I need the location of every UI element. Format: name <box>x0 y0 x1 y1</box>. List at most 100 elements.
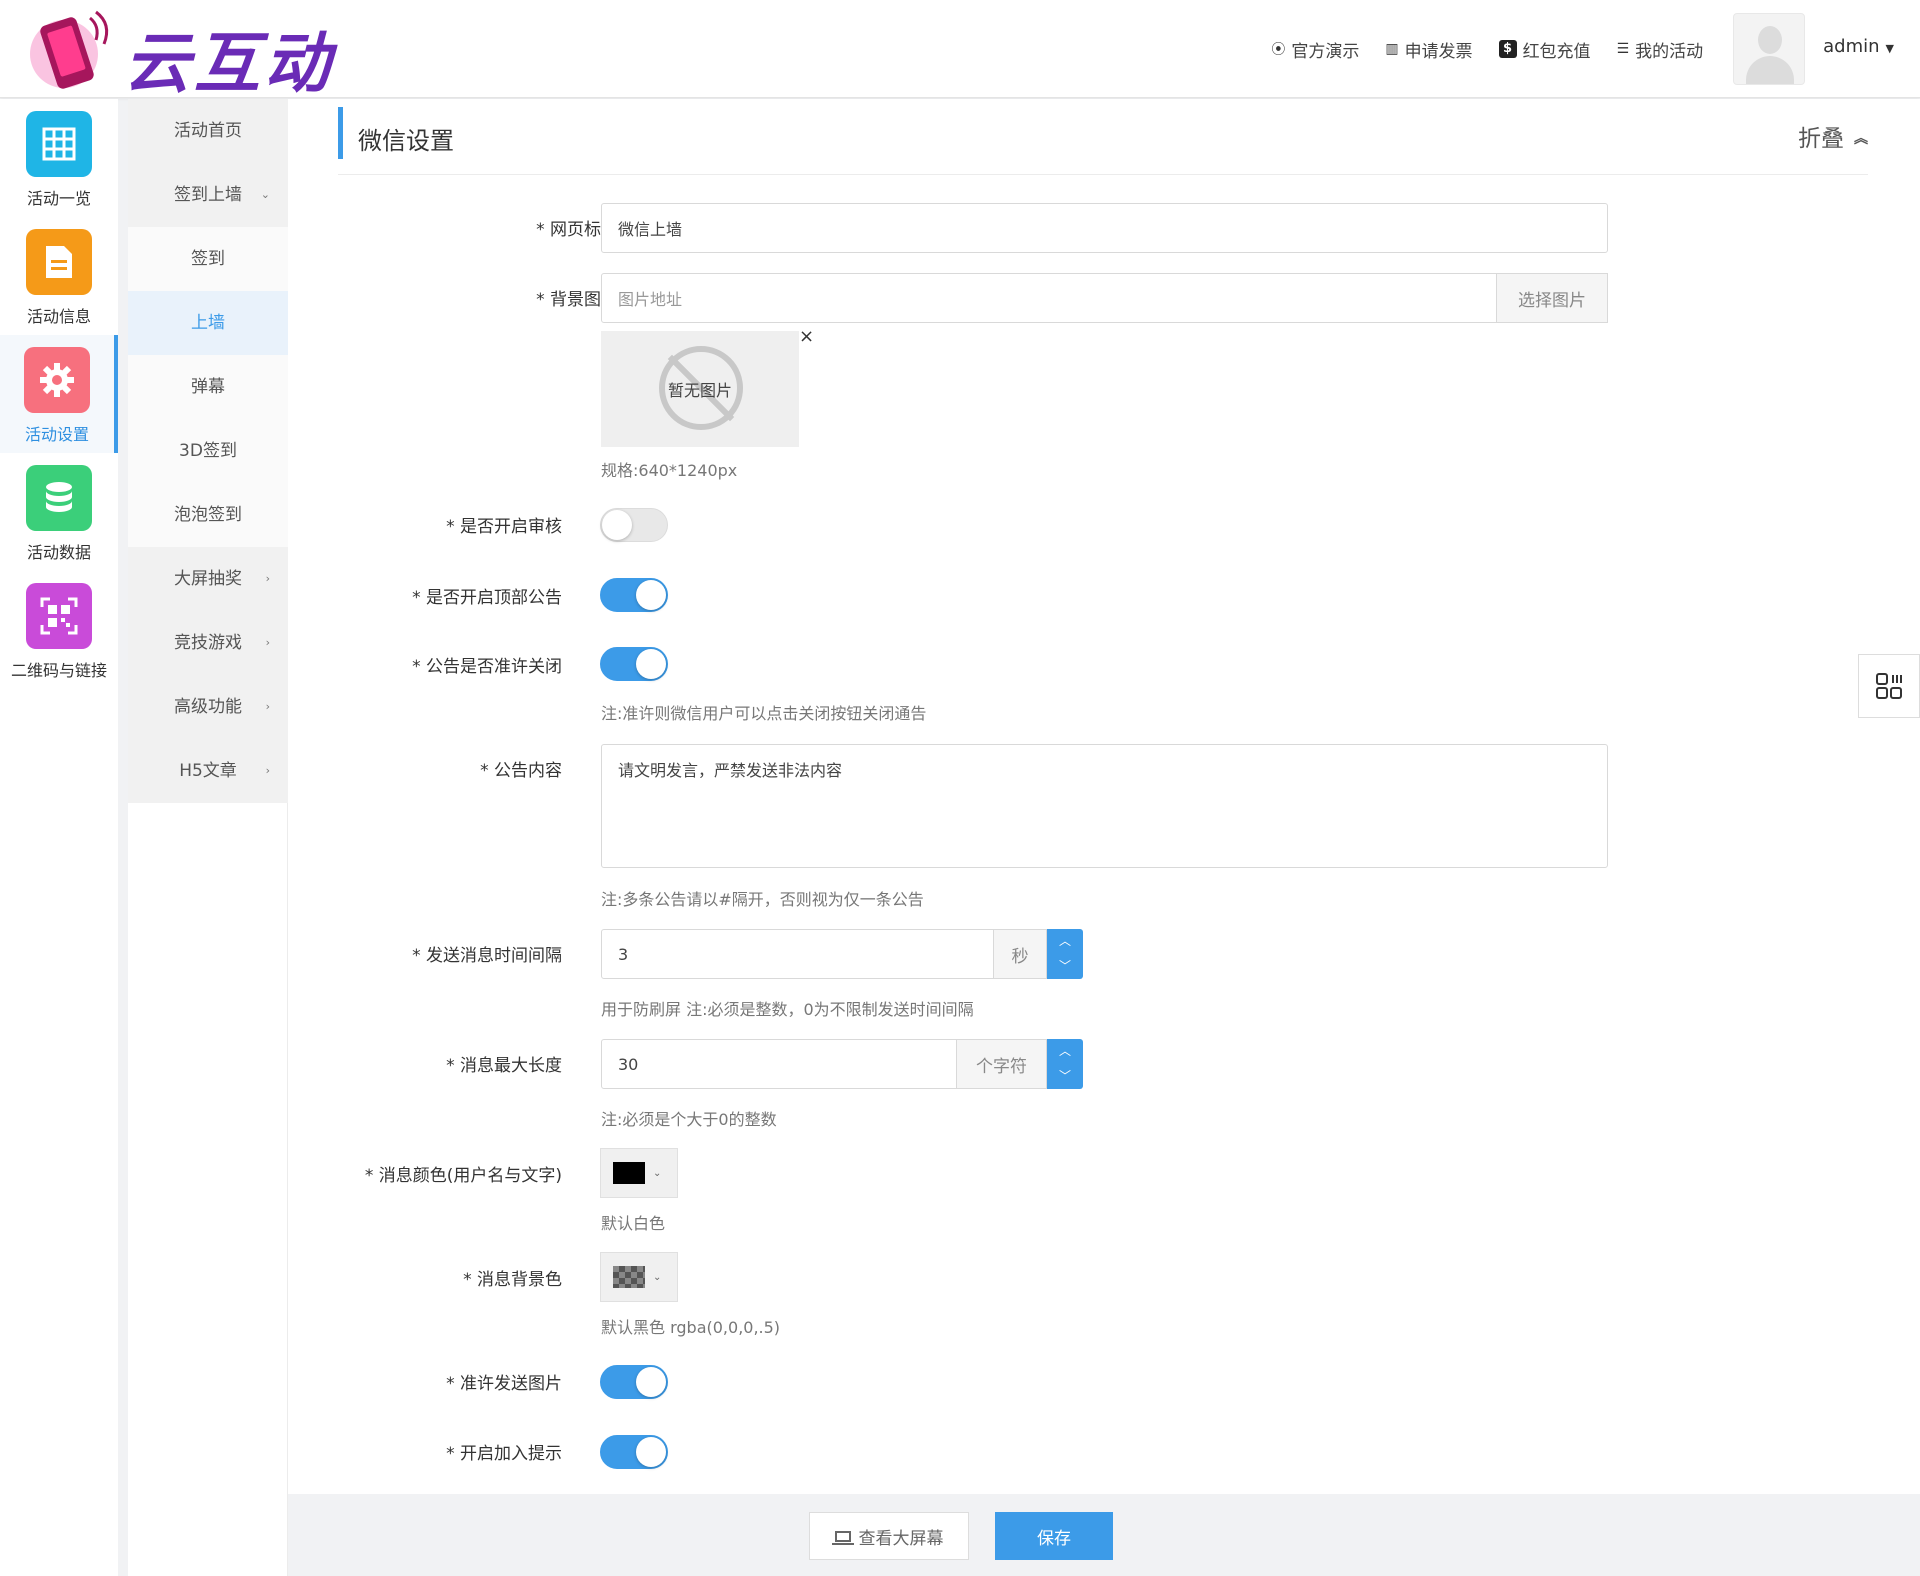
topnav-label: 我的活动 <box>1635 41 1704 62</box>
list-icon: ☰ <box>1616 41 1630 57</box>
submenu-label: 上墙 <box>191 313 225 333</box>
topnav-recharge[interactable]: $ 红包充值 <box>1498 37 1591 62</box>
topnav-invoice[interactable]: ▥ 申请发票 <box>1385 37 1472 62</box>
maxlen-unit: 个字符 <box>956 1039 1047 1089</box>
fold-button[interactable]: 折叠 ︽ <box>1798 119 1868 153</box>
image-preview: 暂无图片 <box>601 331 799 447</box>
maxlen-note: 注:必须是个大于0的整数 <box>601 1110 777 1129</box>
avatar[interactable] <box>1733 13 1806 85</box>
submenu-label: 活动首页 <box>174 121 242 141</box>
field-label: * 公告是否准许关闭 <box>412 657 562 677</box>
submenu-item-advanced[interactable]: 高级功能 › <box>128 675 288 739</box>
submenu-item-3d-signin[interactable]: 3D签到 <box>128 419 288 483</box>
iconbar-label: 活动设置 <box>24 425 89 444</box>
interval-unit: 秒 <box>993 929 1047 979</box>
field-label: * 消息背景色 <box>463 1270 562 1290</box>
interval-stepper[interactable]: ︿ ﹀ <box>1047 929 1083 979</box>
grid-icon <box>26 111 92 177</box>
iconbar-item-overview[interactable]: 活动一览 <box>0 99 118 217</box>
view-screen-button[interactable]: 查看大屏幕 <box>809 1512 969 1560</box>
submenu-item-signin-wall[interactable]: 签到上墙 ⌄ <box>128 163 288 227</box>
top-header: 云互动 ⦿ 官方演示 ▥ 申请发票 $ 红包充值 ☰ 我的活动 admin ▼ <box>0 0 1920 102</box>
brand-name: 云互动 <box>124 25 334 102</box>
caret-down-icon: ⌄ <box>653 1167 662 1179</box>
qrcode-icon <box>26 583 92 649</box>
submenu-item-home[interactable]: 活动首页 <box>128 99 288 163</box>
iconbar-item-data[interactable]: 活动数据 <box>0 453 118 571</box>
message-bg-color-picker[interactable]: ⌄ <box>600 1252 678 1302</box>
panel-header: 微信设置 折叠 ︽ <box>338 107 1868 175</box>
caret-down-icon: ⌄ <box>653 1271 662 1283</box>
save-button[interactable]: 保存 <box>995 1512 1113 1560</box>
phone-logo-icon <box>30 10 109 89</box>
iconbar-label: 活动信息 <box>26 307 91 326</box>
submenu-item-danmaku[interactable]: 弹幕 <box>128 355 288 419</box>
iconbar-item-qrcode[interactable]: 二维码与链接 <box>0 571 118 689</box>
submenu-label: 3D签到 <box>179 441 237 461</box>
side-float-button[interactable] <box>1858 654 1920 718</box>
remove-image-button[interactable]: × <box>799 326 814 347</box>
monitor-icon <box>831 1530 854 1545</box>
chevron-up-icon[interactable]: ︿ <box>1047 1039 1083 1064</box>
field-label: * 开启加入提示 <box>446 1444 562 1464</box>
submenu-label: 弹幕 <box>191 377 225 397</box>
no-image-text: 暂无图片 <box>667 381 732 400</box>
join-tip-toggle[interactable] <box>600 1435 668 1469</box>
submenu-item-signin[interactable]: 签到 <box>128 227 288 291</box>
view-screen-label: 查看大屏幕 <box>858 1528 944 1549</box>
panel-title: 微信设置 <box>358 127 454 155</box>
maxlen-input[interactable]: 30 <box>601 1039 957 1089</box>
field-label: * 公告内容 <box>480 761 562 781</box>
page-title-input[interactable]: 微信上墙 <box>601 203 1608 253</box>
accent-bar <box>338 107 343 159</box>
field-label: * 准许发送图片 <box>446 1374 562 1394</box>
field-label: * 背景图片 <box>536 290 618 310</box>
submenu-item-wall[interactable]: 上墙 <box>128 291 288 355</box>
allow-image-toggle[interactable] <box>600 1365 668 1399</box>
notice-close-toggle[interactable] <box>600 647 668 681</box>
message-color-note: 默认白色 <box>601 1214 666 1233</box>
field-label: * 发送消息时间间隔 <box>412 946 562 966</box>
topnav-label: 红包充值 <box>1522 41 1591 62</box>
chevron-right-icon: › <box>265 700 270 713</box>
iconbar-item-settings[interactable]: 活动设置 <box>0 335 118 453</box>
choose-image-button[interactable]: 选择图片 <box>1496 273 1608 323</box>
notice-close-note: 注:准许则微信用户可以点击关闭按钮关闭通告 <box>601 704 927 723</box>
review-toggle[interactable] <box>600 508 668 542</box>
submenu-label: H5文章 <box>179 761 237 781</box>
iconbar-item-info[interactable]: 活动信息 <box>0 217 118 335</box>
chevron-down-icon: ⌄ <box>260 188 270 201</box>
maxlen-stepper[interactable]: ︿ ﹀ <box>1047 1039 1083 1089</box>
sub-menu: 活动首页 签到上墙 ⌄ 签到 上墙 弹幕 3D签到 泡泡签到 大屏抽奖 › 竞技游戏… <box>128 99 288 1576</box>
dollar-icon: $ <box>1498 40 1517 58</box>
topnav-official-demo[interactable]: ⦿ 官方演示 <box>1271 37 1359 62</box>
gear-icon <box>24 347 90 413</box>
submenu-label: 高级功能 <box>174 697 242 717</box>
message-color-picker[interactable]: ⌄ <box>600 1148 678 1198</box>
brand-logo[interactable]: 云互动 <box>24 4 424 102</box>
user-menu[interactable]: admin ▼ <box>1823 36 1894 57</box>
field-label: * 是否开启顶部公告 <box>412 588 562 608</box>
footer-bar: 查看大屏幕 保存 <box>288 1494 1920 1576</box>
topnav-label: 官方演示 <box>1291 41 1360 62</box>
bg-image-url-input[interactable]: 图片地址 <box>601 273 1497 323</box>
image-spec-note: 规格:640*1240px <box>601 461 738 480</box>
barcode-icon: ▥ <box>1385 41 1399 57</box>
topnav-my-activities[interactable]: ☰ 我的活动 <box>1617 37 1704 62</box>
chevron-up-icon[interactable]: ︿ <box>1047 929 1083 954</box>
top-nav: ⦿ 官方演示 ▥ 申请发票 $ 红包充值 ☰ 我的活动 admin ▼ <box>1271 0 1920 98</box>
fold-label: 折叠 <box>1798 126 1844 152</box>
color-swatch <box>613 1266 645 1288</box>
top-notice-toggle[interactable] <box>600 578 668 612</box>
field-label: * 消息最大长度 <box>446 1056 562 1076</box>
database-icon <box>26 465 92 531</box>
chevron-down-icon[interactable]: ﹀ <box>1047 954 1083 979</box>
iconbar-label: 二维码与链接 <box>10 661 107 680</box>
document-icon <box>26 229 92 295</box>
interval-note: 用于防刷屏 注:必须是整数，0为不限制发送时间间隔 <box>601 1000 974 1019</box>
submenu-label: 签到上墙 <box>174 185 242 205</box>
notice-content-textarea[interactable]: 请文明发言，严禁发送非法内容 <box>601 744 1608 868</box>
submenu-label: 签到 <box>191 249 225 269</box>
chevron-down-icon[interactable]: ﹀ <box>1047 1064 1083 1089</box>
interval-input[interactable]: 3 <box>601 929 994 979</box>
